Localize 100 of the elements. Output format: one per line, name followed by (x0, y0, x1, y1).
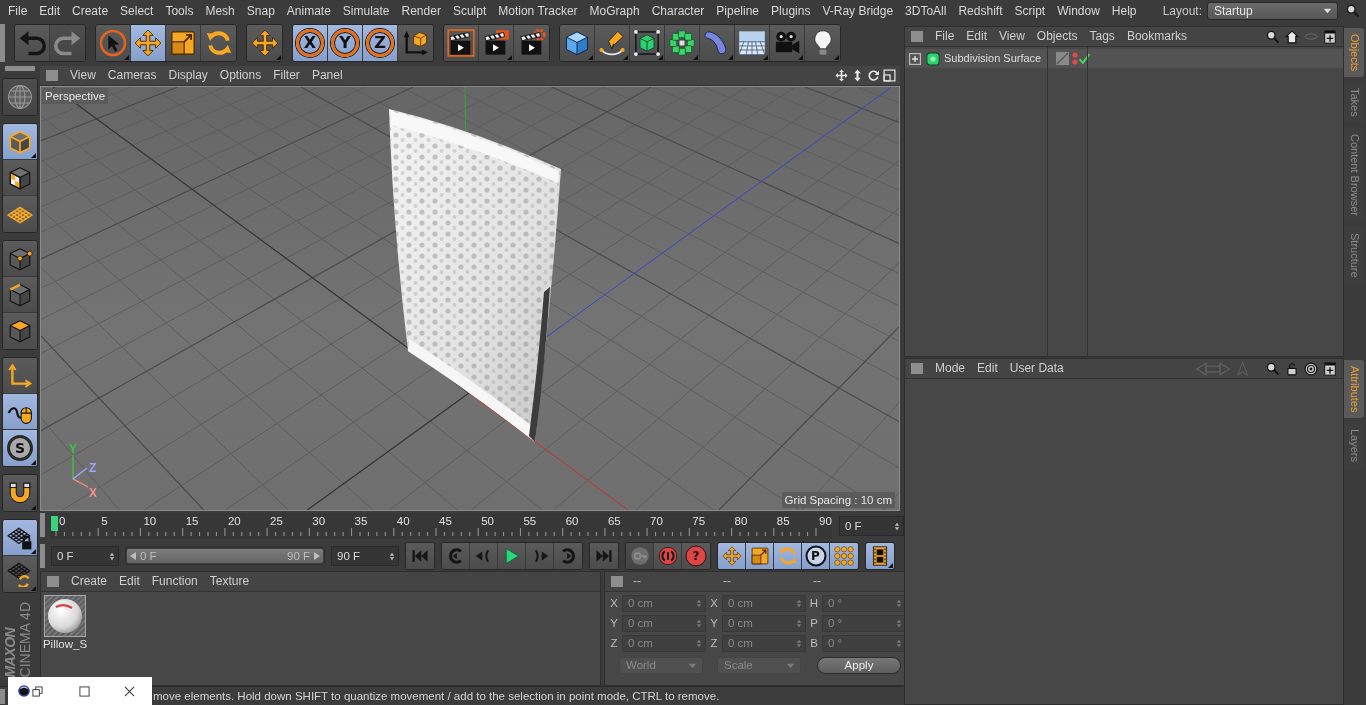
checkmark-icon[interactable] (1079, 53, 1090, 64)
expand-plus-icon[interactable] (909, 52, 921, 65)
menu-item[interactable]: Create (65, 574, 114, 589)
menu-item[interactable]: Edit (33, 3, 67, 19)
menu-item[interactable]: View (993, 29, 1031, 44)
menu-item[interactable]: Render (395, 3, 447, 19)
grip-icon[interactable] (0, 24, 5, 62)
menu-item[interactable]: MoGraph (583, 3, 646, 19)
grip-icon[interactable] (911, 363, 923, 374)
menu-item[interactable]: Snap (240, 3, 281, 19)
search-icon[interactable] (1346, 4, 1360, 18)
keyframe-selection-button[interactable]: ? (682, 543, 710, 569)
parameter-keys-button[interactable]: P (802, 543, 830, 569)
search-icon[interactable] (1266, 361, 1280, 376)
menu-item[interactable]: File (2, 3, 34, 19)
menu-item[interactable]: Help (1105, 3, 1143, 19)
menu-item[interactable]: Edit (960, 29, 994, 44)
playhead-marker[interactable] (51, 516, 58, 531)
coordinate-label: Z (609, 636, 619, 651)
menu-item[interactable]: 3DToAll (899, 3, 953, 19)
home-icon[interactable] (1285, 29, 1299, 44)
menu-item[interactable]: Redshift (952, 3, 1009, 19)
menu-item[interactable]: Create (66, 3, 115, 19)
menu-item[interactable]: Mode (929, 361, 972, 376)
padlock-icon[interactable] (1285, 361, 1299, 376)
timeline-ruler[interactable]: 0 5 10 15 20 25 30 35 40 45 50 55 60 65 70 75 80 85 90 (50, 513, 832, 539)
viewport[interactable]: Perspective Y Z X Grid Spacing : 10 cm (40, 86, 900, 511)
grip-icon[interactable] (911, 31, 923, 42)
axis-lock-button[interactable]: X (293, 25, 328, 61)
menu-item[interactable]: File (929, 29, 961, 44)
spinner-arrows-icon[interactable] (389, 550, 395, 562)
view-layout-icon[interactable] (883, 69, 896, 82)
maximize-icon[interactable] (78, 685, 90, 697)
menu-item[interactable]: V-Ray Bridge (816, 3, 900, 19)
menu-item[interactable]: User Data (1003, 361, 1070, 376)
restore-icon[interactable] (31, 685, 43, 697)
menu-item[interactable]: Select (114, 3, 160, 19)
close-icon[interactable] (123, 685, 135, 697)
menu-item[interactable]: Character (645, 3, 711, 19)
end-frame-field[interactable]: 90 F (331, 546, 399, 566)
menu-item[interactable]: Texture (203, 574, 256, 589)
frame-number: 70 (650, 515, 663, 528)
panel-tab[interactable]: Objects (1344, 28, 1364, 78)
menu-item[interactable]: Plugins (765, 3, 817, 19)
caret-icon[interactable] (1323, 8, 1332, 14)
current-frame-field[interactable]: 0 F (839, 516, 904, 536)
axis-lock-button[interactable]: Y (328, 25, 363, 61)
grip-icon[interactable] (47, 576, 59, 587)
frame-number: 25 (270, 515, 283, 528)
frame-number: 35 (354, 515, 368, 528)
axis-lock-button[interactable]: Z (363, 25, 398, 61)
spinner-arrows-icon[interactable] (109, 550, 115, 562)
menu-item[interactable]: Edit (971, 361, 1004, 376)
menu-item[interactable]: Script (1008, 3, 1052, 19)
grip-icon[interactable] (40, 513, 45, 537)
menu-item[interactable]: Filter (267, 68, 306, 83)
menu-item[interactable]: Function (145, 574, 204, 589)
menu-item[interactable]: Mesh (199, 3, 241, 19)
apply-button[interactable]: Apply (817, 657, 901, 674)
right-arrow-icon[interactable] (313, 551, 321, 561)
menu-item[interactable]: Tools (159, 3, 200, 19)
menu-item[interactable]: Bookmarks (1120, 29, 1193, 44)
solo-button[interactable]: S (3, 430, 37, 466)
menu-item[interactable]: Tags (1083, 29, 1121, 44)
material-name[interactable]: Pillow_S (42, 637, 88, 652)
new-panel-icon[interactable] (1323, 29, 1337, 44)
grip-icon[interactable] (5, 66, 35, 71)
layout-dropdown[interactable]: Startup (1207, 2, 1338, 20)
grip-icon[interactable] (611, 576, 623, 587)
menu-item[interactable]: Motion Tracker (492, 3, 584, 19)
menu-item[interactable]: View (64, 68, 102, 83)
menu-item[interactable]: Objects (1030, 29, 1084, 44)
menu-item[interactable]: Pipeline (710, 3, 766, 19)
grip-icon[interactable] (0, 688, 5, 704)
camera-name-label[interactable]: Perspective (42, 88, 109, 105)
grip-icon[interactable] (40, 544, 45, 568)
target-icon[interactable] (1304, 361, 1318, 376)
menu-item[interactable]: Window (1051, 3, 1106, 19)
visibility-dots-icon[interactable] (1072, 52, 1078, 65)
search-icon[interactable] (1266, 29, 1280, 44)
menu-item[interactable]: Cameras (101, 68, 163, 83)
rotate-view-icon[interactable] (867, 69, 880, 82)
menu-item[interactable]: Animate (280, 3, 337, 19)
menu-item[interactable]: Edit (113, 574, 146, 589)
frame-number: 10 (143, 515, 157, 528)
menu-item[interactable]: Options (213, 68, 268, 83)
grip-icon[interactable] (46, 70, 58, 81)
panel-tab[interactable]: Attributes (1344, 360, 1364, 419)
start-frame-field[interactable]: 0 F (51, 546, 119, 566)
menu-item[interactable]: Display (162, 68, 214, 83)
frame-number: 20 (227, 515, 241, 528)
new-panel-icon[interactable] (1323, 361, 1337, 376)
menu-item[interactable]: Simulate (336, 3, 396, 19)
coordinate-label: X (609, 596, 619, 611)
object-name[interactable]: Subdivision Surface (944, 51, 1050, 66)
pan-arrows-icon[interactable] (835, 69, 848, 82)
menu-item[interactable]: Sculpt (446, 3, 493, 19)
left-arrow-icon[interactable] (129, 551, 137, 561)
menu-item[interactable]: Panel (305, 68, 349, 83)
spinner-arrows-icon[interactable] (894, 520, 900, 532)
